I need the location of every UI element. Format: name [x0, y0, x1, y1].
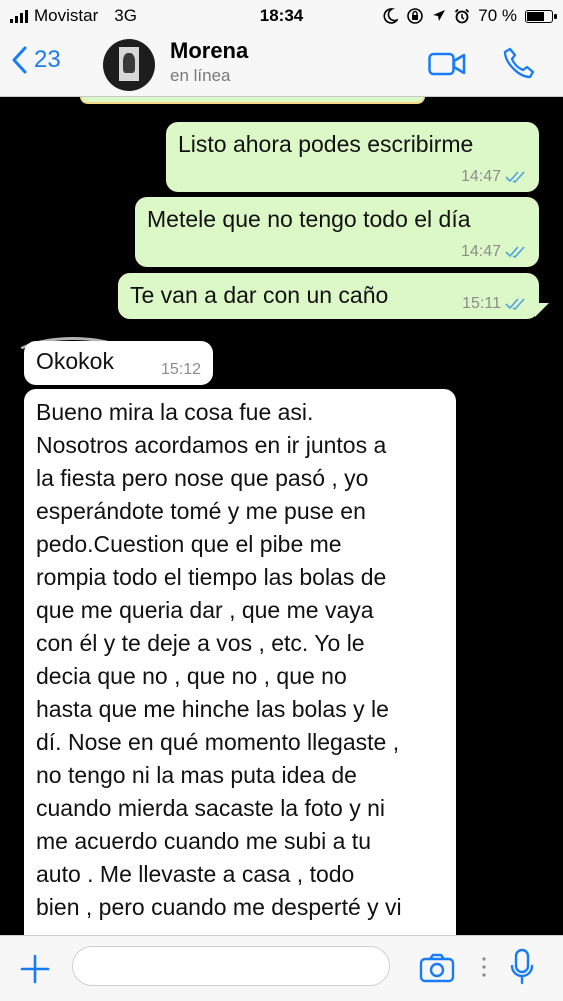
lock-rotation-icon — [407, 8, 424, 24]
message-bubble-incoming[interactable]: Bueno mira la cosa fue asi. Nosotros aco… — [24, 389, 456, 935]
contact-status: en línea — [170, 66, 231, 85]
message-line: cuando mierda sacaste la foto y ni — [36, 795, 386, 821]
input-bar — [0, 935, 563, 1001]
message-line: decia que no , que no , que no — [36, 663, 347, 689]
read-ticks-icon — [505, 298, 525, 310]
message-text: Metele que no tengo todo el día — [147, 206, 471, 232]
chat-header: 23 Morena en línea — [0, 32, 563, 97]
contact-name: Morena — [170, 38, 249, 63]
message-line: la fiesta pero nose que pasó , yo — [36, 465, 369, 491]
bubble-tail — [535, 303, 549, 317]
camera-icon[interactable] — [419, 953, 455, 983]
chat-area[interactable]: Listo ahora podes escribirme 14:47 Metel… — [0, 97, 563, 935]
message-time: 14:47 — [460, 243, 501, 260]
contact-info[interactable]: Morena en línea — [170, 38, 248, 86]
message-line: bien , pero cuando me desperté y vi — [36, 894, 402, 920]
message-text: Listo ahora podes escribirme — [178, 131, 474, 157]
message-line: con él y te deje a vos , etc. Yo le — [36, 630, 365, 656]
battery-icon — [525, 9, 557, 23]
message-text: Okokok — [36, 348, 114, 374]
chevron-left-icon — [12, 46, 27, 74]
message-line: pedo.Cuestion que el pibe me — [36, 531, 342, 557]
message-line: no tengo ni la mas puta idea de — [36, 762, 357, 788]
message-time: 14:47 — [460, 168, 501, 185]
back-count: 23 — [34, 46, 61, 73]
message-line: me acuerdo cuando me subi a tu — [36, 828, 371, 854]
message-line: dí. Nose en qué momento llegaste , — [36, 729, 400, 755]
message-line: Nosotros acordamos en ir juntos a — [36, 432, 387, 458]
message-bubble-outgoing[interactable]: Te van a dar con un caño 15:11 — [118, 273, 539, 319]
message-input[interactable] — [72, 946, 390, 986]
alarm-icon — [455, 8, 470, 24]
plus-icon[interactable] — [20, 954, 50, 984]
microphone-icon[interactable] — [509, 948, 535, 986]
read-ticks-icon — [505, 246, 525, 258]
location-icon — [433, 10, 446, 21]
message-time: 15:11 — [462, 295, 501, 312]
message-bubble-outgoing[interactable]: Listo ahora podes escribirme 14:47 — [166, 122, 539, 192]
more-dots-icon[interactable] — [481, 956, 487, 978]
message-time: 15:12 — [160, 361, 201, 378]
message-line: esperándote tomé y me puse en — [36, 498, 366, 524]
moon-icon — [383, 8, 399, 24]
message-line: Bueno mira la cosa fue asi. — [36, 399, 314, 425]
message-line: rompia todo el tiempo las bolas de — [36, 564, 387, 590]
avatar[interactable] — [103, 39, 155, 91]
video-call-icon[interactable] — [428, 52, 466, 76]
message-text: Te van a dar con un caño — [130, 282, 389, 308]
message-line: auto . Me llevaste a casa , todo — [36, 861, 355, 887]
back-button[interactable]: 23 — [12, 46, 61, 74]
read-ticks-icon — [505, 171, 525, 183]
battery-percent: 70 % — [478, 6, 517, 25]
message-bubble-outgoing[interactable]: Metele que no tengo todo el día 14:47 — [135, 197, 539, 267]
status-bar: Movistar 3G 18:34 70 % — [0, 0, 563, 32]
message-line: hasta que me hinche las bolas y le — [36, 696, 389, 722]
partial-message-bubble — [80, 97, 425, 104]
phone-icon[interactable] — [502, 46, 536, 80]
message-bubble-incoming[interactable]: Okokok 15:12 — [24, 341, 213, 385]
message-line: que me queria dar , que me vaya — [36, 597, 374, 623]
